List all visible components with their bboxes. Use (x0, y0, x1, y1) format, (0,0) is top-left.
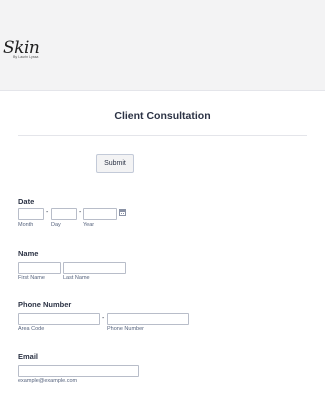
calendar-icon[interactable] (119, 209, 126, 216)
title-divider (18, 135, 307, 136)
form-title: Client Consultation (114, 110, 211, 122)
first-name-input[interactable] (18, 262, 61, 274)
email-label: Email (18, 352, 39, 361)
phone-number-input[interactable] (107, 313, 189, 325)
logo-subtitle: By Laurin Lyssa (13, 55, 39, 59)
phone-number-sublabel: Phone Number (107, 326, 144, 332)
area-code-input[interactable] (18, 313, 100, 325)
date-separator: - (79, 209, 82, 216)
header-banner: Skin By Laurin Lyssa (0, 0, 325, 91)
email-input[interactable] (18, 365, 139, 377)
phone-label: Phone Number (18, 300, 72, 309)
day-input[interactable] (51, 208, 77, 220)
month-input[interactable] (18, 208, 44, 220)
name-label: Name (18, 249, 39, 258)
first-name-sublabel: First Name (18, 275, 45, 281)
year-sublabel: Year (83, 222, 95, 228)
phone-separator: - (102, 315, 105, 322)
month-sublabel: Month (18, 222, 34, 228)
last-name-sublabel: Last Name (63, 275, 90, 281)
year-input[interactable] (83, 208, 117, 220)
date-label: Date (18, 197, 35, 206)
email-hint: example@example.com (18, 378, 78, 384)
last-name-input[interactable] (63, 262, 126, 274)
logo: Skin By Laurin Lyssa (3, 38, 63, 66)
date-separator: - (46, 209, 49, 216)
submit-button[interactable]: Submit (96, 154, 134, 173)
day-sublabel: Day (51, 222, 61, 228)
area-code-sublabel: Area Code (18, 326, 45, 332)
